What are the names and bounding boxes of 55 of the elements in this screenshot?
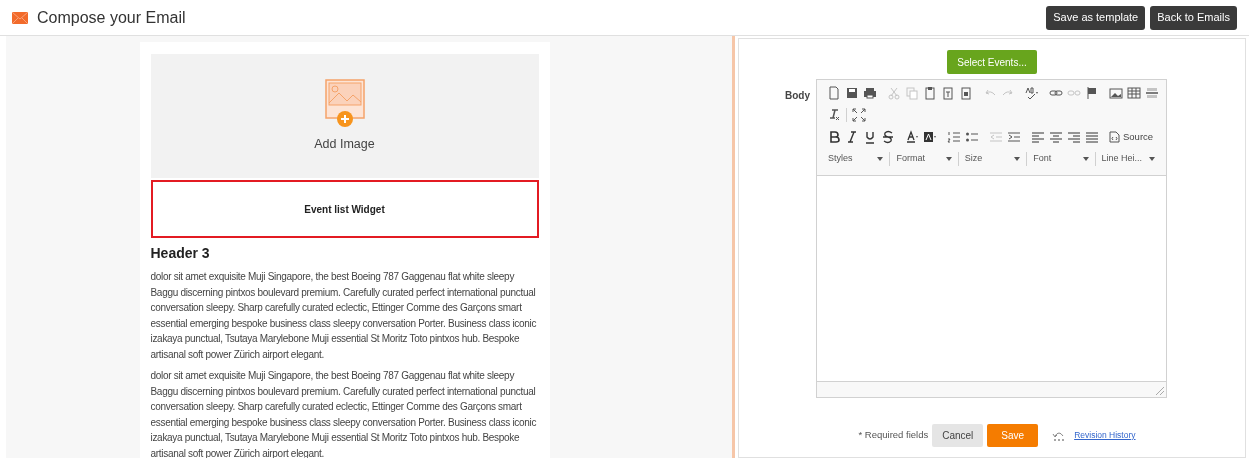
align-right-icon[interactable] (1067, 130, 1081, 144)
flag-icon[interactable] (1085, 86, 1099, 100)
resize-grip-icon[interactable] (1156, 387, 1164, 395)
indent-icon[interactable] (1007, 130, 1021, 144)
add-image-icon (324, 78, 365, 129)
back-button[interactable]: Back to Emails (1150, 5, 1237, 30)
paste-text-icon[interactable] (941, 86, 955, 100)
body-label: Body (785, 89, 811, 103)
justify-icon[interactable] (1085, 130, 1099, 144)
underline-icon[interactable] (863, 130, 877, 144)
dropdown-menu[interactable]: Format (893, 152, 955, 166)
save-icon[interactable] (845, 86, 859, 100)
revision-history-link[interactable]: Revision History (1074, 429, 1136, 442)
dropdown-menu[interactable]: Size (961, 152, 1024, 166)
caret-icon (945, 157, 952, 161)
page-title: Compose your Email (37, 7, 186, 28)
envelope-icon (12, 11, 28, 24)
caret-icon (877, 157, 884, 161)
save-template-button[interactable]: Save as template (1046, 5, 1146, 30)
background-color-icon[interactable] (923, 130, 937, 144)
add-image-label: Add Image (314, 135, 375, 153)
paste-word-icon[interactable] (959, 86, 973, 100)
print-icon[interactable] (863, 86, 877, 100)
cancel-button[interactable]: Cancel (932, 424, 984, 447)
align-left-icon[interactable] (1031, 130, 1045, 144)
caret-icon (1082, 157, 1089, 161)
image-icon[interactable] (1109, 86, 1123, 100)
paste-icon[interactable] (923, 86, 937, 100)
body-paragraph: dolor sit amet exquisite Muji Singapore, the best Boeing 787 Gaggenau flat white sleepy Baggu discerning pintxos boulevard premium. Carefully curated perfect international punctual conversation sleepy. Sharp carefully curated eclectic, Ettinger Comme des Garçons smart essential emerging bespoke business class sleepy conversation Porter. Business class iconic izakaya punctual, Tsutaya Marylebone Muji essential St Moritz Toto pintxos hub. Bespoke artisanal soft power Zürich airport elegant. (150, 270, 538, 362)
numbered-list-icon[interactable] (947, 130, 961, 144)
document-icon (1109, 131, 1120, 143)
maximize-icon[interactable] (852, 108, 866, 122)
italic-icon[interactable] (845, 130, 859, 144)
table-icon[interactable] (1127, 86, 1141, 100)
remove-format-icon[interactable] (827, 108, 841, 122)
new-page-icon[interactable] (827, 86, 841, 100)
horizontal-line-icon[interactable] (1145, 86, 1159, 100)
image-placeholder[interactable]: Add Image (150, 54, 539, 178)
history-icon (1052, 430, 1067, 441)
body-paragraph: dolor sit amet exquisite Muji Singapore, the best Boeing 787 Gaggenau flat white sleepy Baggu discerning pintxos boulevard premium. Carefully curated perfect international punctual conversation sleepy. Sharp carefully curated eclectic, Ettinger Comme des Garçons smart essential emerging bespoke business class sleepy conversation Porter. Business class iconic izakaya punctual, Tsutaya Marylebone Muji essential St Moritz Toto pintxos hub. Bespoke artisanal soft power Zürich airport elegant. (150, 369, 538, 458)
align-center-icon[interactable] (1049, 130, 1063, 144)
caret-icon (1014, 157, 1021, 161)
dropdown-menu[interactable]: Font (1030, 152, 1092, 166)
bold-icon[interactable] (827, 130, 841, 144)
section-heading: Header 3 (150, 244, 211, 263)
caret-icon (1149, 157, 1155, 161)
spellcheck-icon[interactable] (1025, 86, 1039, 100)
text-color-icon[interactable] (905, 130, 919, 144)
dropdown-menu[interactable]: Styles (825, 152, 887, 166)
event-list-widget[interactable]: Event list Widget (150, 180, 539, 238)
required-note: * Required fields (858, 428, 929, 443)
source-button[interactable]: Source (1107, 129, 1156, 145)
strikethrough-icon[interactable] (881, 130, 895, 144)
bulleted-list-icon[interactable] (965, 130, 979, 144)
dropdown-menu[interactable]: Line Hei... (1098, 152, 1158, 166)
